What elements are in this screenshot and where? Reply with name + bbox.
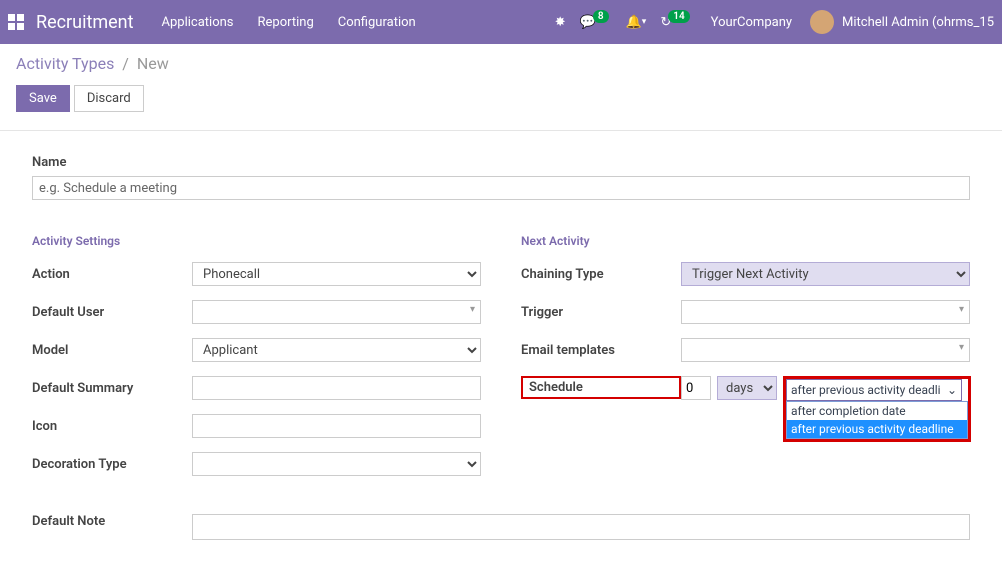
trigger-field[interactable]	[681, 300, 970, 324]
nav-configuration[interactable]: Configuration	[338, 15, 416, 30]
label-schedule: Schedule	[521, 376, 681, 399]
action-select[interactable]: Phonecall	[192, 262, 481, 286]
form-sheet: Name Activity Settings Action Phonecall …	[0, 130, 1002, 564]
section-activity-settings: Activity Settings	[32, 234, 481, 248]
model-select[interactable]: Applicant	[192, 338, 481, 362]
avatar[interactable]	[810, 10, 834, 34]
label-trigger: Trigger	[521, 305, 681, 320]
schedule-unit-select[interactable]: days	[717, 376, 777, 400]
breadcrumb-root[interactable]: Activity Types	[16, 54, 114, 73]
breadcrumb-current: New	[137, 54, 169, 73]
top-navbar: Recruitment Applications Reporting Confi…	[0, 0, 1002, 44]
discard-button[interactable]: Discard	[74, 85, 144, 112]
label-action: Action	[32, 267, 192, 282]
dropdown-opt-previous-deadline[interactable]: after previous activity deadline	[787, 420, 967, 438]
label-default-note: Default Note	[32, 514, 192, 529]
label-chaining-type: Chaining Type	[521, 267, 681, 282]
decoration-type-select[interactable]	[192, 452, 481, 476]
activity-icon[interactable]: ↻14	[660, 15, 692, 30]
breadcrumb: Activity Types / New	[16, 54, 986, 73]
save-button[interactable]: Save	[16, 85, 70, 112]
app-brand[interactable]: Recruitment	[36, 12, 134, 33]
dropdown-opt-completion[interactable]: after completion date	[787, 402, 967, 420]
default-note-field[interactable]	[192, 514, 970, 540]
nav-reporting[interactable]: Reporting	[258, 15, 314, 30]
label-default-user: Default User	[32, 305, 192, 320]
label-email-templates: Email templates	[521, 343, 681, 358]
chaining-type-select[interactable]: Trigger Next Activity	[681, 262, 970, 286]
label-model: Model	[32, 343, 192, 358]
messages-icon[interactable]: 💬8	[580, 15, 612, 30]
name-field[interactable]	[32, 176, 970, 200]
schedule-number[interactable]	[681, 376, 711, 400]
apps-icon[interactable]	[8, 14, 24, 30]
bug-icon[interactable]: ✸	[555, 15, 566, 30]
schedule-from-dropdown: after completion date after previous act…	[786, 401, 968, 439]
name-label: Name	[32, 155, 970, 170]
chevron-down-icon: ⌄	[947, 383, 957, 397]
schedule-from-highlight: after previous activity deadline ⌄ after…	[783, 376, 971, 442]
default-summary-field[interactable]	[192, 376, 481, 400]
schedule-from-select[interactable]: after previous activity deadline ⌄	[786, 379, 962, 401]
default-user-field[interactable]	[192, 300, 481, 324]
label-default-summary: Default Summary	[32, 381, 192, 396]
user-menu[interactable]: Mitchell Admin (ohrms_15	[842, 15, 994, 30]
bell-icon[interactable]: 🔔▾	[626, 15, 647, 30]
email-templates-field[interactable]	[681, 338, 970, 362]
section-next-activity: Next Activity	[521, 234, 970, 248]
label-decoration-type: Decoration Type	[32, 457, 192, 472]
nav-applications[interactable]: Applications	[162, 15, 234, 30]
label-icon-field: Icon	[32, 419, 192, 434]
icon-field[interactable]	[192, 414, 481, 438]
company-switcher[interactable]: YourCompany	[711, 15, 792, 30]
